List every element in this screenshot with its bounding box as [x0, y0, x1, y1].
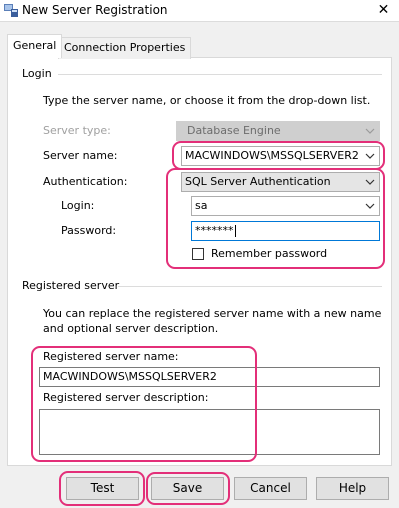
cancel-button[interactable]: Cancel: [234, 477, 307, 500]
registered-description-line-1: You can replace the registered server na…: [43, 307, 382, 320]
login-label: Login:: [61, 199, 95, 212]
authentication-highlight: [166, 168, 385, 269]
authentication-label: Authentication:: [43, 175, 128, 188]
server-name-label: Server name:: [43, 149, 118, 162]
server-type-label: Server type:: [43, 124, 111, 137]
save-button-highlight: [146, 472, 230, 505]
tab-general[interactable]: General: [7, 34, 63, 58]
server-type-value: Database Engine: [187, 124, 281, 137]
registered-section-divider: [118, 286, 382, 287]
registered-section-header: Registered server: [22, 279, 120, 292]
chevron-down-icon: [365, 128, 375, 134]
help-button[interactable]: Help: [316, 477, 389, 500]
server-name-highlight: [172, 141, 385, 170]
registered-server-highlight: [31, 346, 257, 462]
server-registration-icon: [4, 4, 18, 17]
server-type-combo: Database Engine: [176, 121, 380, 141]
password-label: Password:: [61, 224, 117, 237]
close-button[interactable]: ✕: [368, 0, 399, 22]
close-icon: ✕: [377, 2, 390, 18]
login-section-header: Login: [22, 67, 52, 80]
login-instructions: Type the server name, or choose it from …: [43, 94, 371, 107]
tab-connection-properties[interactable]: Connection Properties: [58, 37, 192, 59]
login-section-divider: [58, 74, 382, 75]
window-title: New Server Registration: [22, 3, 168, 17]
test-button-highlight: [59, 471, 145, 506]
registered-description-line-2: and optional server description.: [43, 322, 219, 335]
